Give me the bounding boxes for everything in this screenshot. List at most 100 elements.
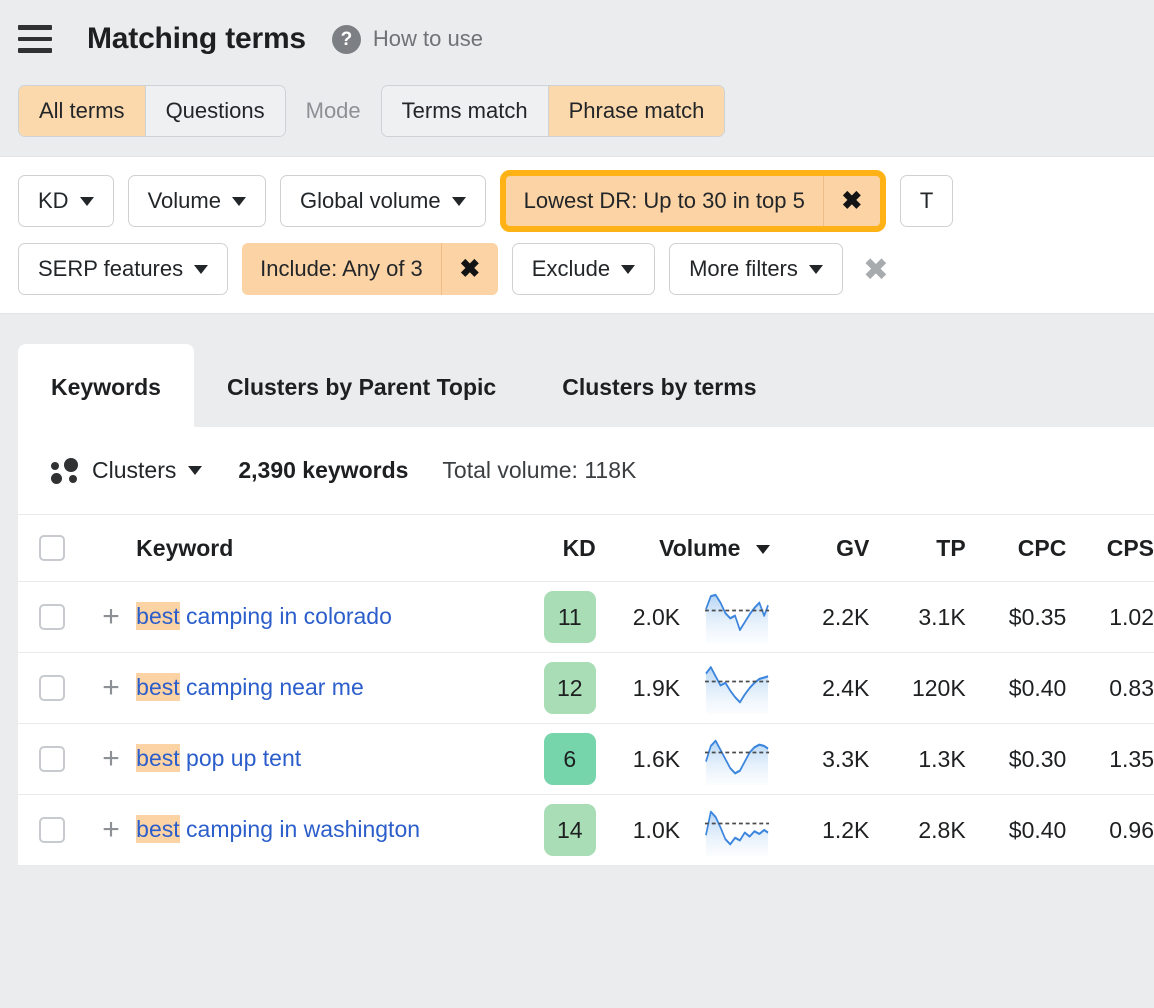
remove-include-filter-button[interactable]: ✖: [441, 243, 498, 295]
clusters-dropdown-label[interactable]: Clusters: [92, 457, 176, 484]
filter-lowest-dr-label[interactable]: Lowest DR: Up to 30 in top 5: [506, 176, 823, 226]
chevron-down-icon: [756, 545, 770, 554]
filter-global-volume[interactable]: Global volume: [280, 175, 486, 227]
keyword-cell: best pop up tent: [136, 724, 521, 795]
kd-badge: 6: [544, 733, 596, 785]
plus-icon[interactable]: +: [86, 673, 136, 703]
column-header-cps[interactable]: CPS: [1066, 515, 1154, 582]
how-to-use-label: How to use: [373, 26, 483, 52]
tab-terms-match[interactable]: Terms match: [382, 86, 549, 136]
keyword-rest: camping near me: [180, 674, 364, 700]
keyword-link[interactable]: best camping in washington: [136, 815, 420, 843]
checkbox-icon[interactable]: [39, 535, 65, 561]
plus-icon[interactable]: +: [86, 815, 136, 845]
sparkline-chart[interactable]: [704, 591, 770, 643]
keyword-link[interactable]: best camping near me: [136, 673, 364, 701]
keyword-cell: best camping in washington: [136, 795, 521, 866]
column-header-cpc[interactable]: CPC: [966, 515, 1067, 582]
filter-include-label[interactable]: Include: Any of 3: [242, 243, 441, 295]
close-icon: ✖: [459, 257, 480, 282]
remove-lowest-dr-filter-button[interactable]: ✖: [823, 176, 880, 226]
gv-cell: 1.2K: [782, 795, 870, 866]
filter-serp-features[interactable]: SERP features: [18, 243, 228, 295]
chevron-down-icon: [194, 265, 208, 274]
table-row[interactable]: + best camping in colorado 11 2.0K: [18, 582, 1154, 653]
sparkline-chart[interactable]: [704, 662, 770, 714]
row-select-cell: [18, 724, 86, 795]
chevron-down-icon: [452, 197, 466, 206]
hamburger-bar: [18, 37, 52, 42]
hamburger-bar: [18, 48, 52, 53]
checkbox-icon[interactable]: [39, 817, 65, 843]
filter-more-filters-label: More filters: [689, 256, 798, 282]
keyword-rest: camping in washington: [180, 816, 420, 842]
filter-panel: KD Volume Global volume Lowest DR: Up to…: [0, 156, 1154, 314]
tab-clusters-by-parent-topic[interactable]: Clusters by Parent Topic: [194, 344, 529, 427]
keyword-link[interactable]: best pop up tent: [136, 744, 301, 772]
table-body: + best camping in colorado 11 2.0K: [18, 582, 1154, 866]
checkbox-icon[interactable]: [39, 675, 65, 701]
column-header-volume-label: Volume: [659, 535, 740, 561]
column-header-keyword[interactable]: Keyword: [136, 515, 521, 582]
tab-all-terms[interactable]: All terms: [19, 86, 146, 136]
keyword-link[interactable]: best camping in colorado: [136, 602, 392, 630]
sparkline-chart[interactable]: [704, 804, 770, 856]
sparkline-cell: [692, 724, 782, 795]
volume-cell: 2.0K: [596, 582, 692, 653]
filter-traffic-potential-label: T: [920, 188, 933, 214]
volume-cell: 1.9K: [596, 653, 692, 724]
keyword-highlight: best: [136, 673, 179, 701]
keyword-rest: camping in colorado: [180, 603, 392, 629]
column-header-volume[interactable]: Volume: [596, 515, 782, 582]
tab-questions[interactable]: Questions: [146, 86, 285, 136]
clear-all-filters-icon[interactable]: ✖: [863, 254, 889, 285]
keyword-highlight: best: [136, 744, 179, 772]
chevron-down-icon[interactable]: [188, 466, 202, 475]
cpc-cell: $0.40: [966, 653, 1067, 724]
cpc-cell: $0.40: [966, 795, 1067, 866]
column-header-gv[interactable]: GV: [782, 515, 870, 582]
sparkline-cell: [692, 582, 782, 653]
cps-cell: 0.83: [1066, 653, 1154, 724]
filter-row-primary: KD Volume Global volume Lowest DR: Up to…: [18, 175, 1154, 227]
how-to-use-link[interactable]: ? How to use: [332, 25, 483, 54]
table-row[interactable]: + best pop up tent 6 1.6K: [18, 724, 1154, 795]
filter-traffic-potential-clipped[interactable]: T: [900, 175, 953, 227]
column-header-kd[interactable]: KD: [521, 515, 595, 582]
filter-kd-label: KD: [38, 188, 69, 214]
tab-phrase-match[interactable]: Phrase match: [549, 86, 725, 136]
row-add-cell: +: [86, 724, 136, 795]
filter-global-volume-label: Global volume: [300, 188, 441, 214]
column-header-tp[interactable]: TP: [869, 515, 965, 582]
sparkline-chart[interactable]: [704, 733, 770, 785]
keyword-cell: best camping near me: [136, 653, 521, 724]
row-add-cell: +: [86, 582, 136, 653]
sparkline-cell: [692, 795, 782, 866]
tp-cell: 1.3K: [869, 724, 965, 795]
table-row[interactable]: + best camping in washington 14 1.0K: [18, 795, 1154, 866]
filter-lowest-dr-highlight: Lowest DR: Up to 30 in top 5 ✖: [500, 170, 886, 232]
filter-exclude[interactable]: Exclude: [512, 243, 655, 295]
mode-label: Mode: [306, 98, 361, 124]
cps-cell: 1.02: [1066, 582, 1154, 653]
plus-icon[interactable]: +: [86, 602, 136, 632]
tab-clusters-by-terms[interactable]: Clusters by terms: [529, 344, 789, 427]
chevron-down-icon: [232, 197, 246, 206]
app-header: Matching terms ? How to use: [0, 0, 1154, 78]
tab-keywords[interactable]: Keywords: [18, 344, 194, 427]
plus-icon[interactable]: +: [86, 744, 136, 774]
kd-cell: 12: [521, 653, 595, 724]
filter-more-filters[interactable]: More filters: [669, 243, 843, 295]
close-icon: ✖: [841, 189, 862, 214]
filter-include-chip: Include: Any of 3 ✖: [242, 243, 498, 295]
keyword-rest: pop up tent: [180, 745, 302, 771]
select-all-cell: [18, 515, 86, 582]
checkbox-icon[interactable]: [39, 746, 65, 772]
filter-kd[interactable]: KD: [18, 175, 114, 227]
row-select-cell: [18, 653, 86, 724]
hamburger-icon[interactable]: [18, 24, 54, 54]
filter-volume[interactable]: Volume: [128, 175, 266, 227]
table-row[interactable]: + best camping near me 12 1.9K: [18, 653, 1154, 724]
keywords-panel: Clusters 2,390 keywords Total volume: 11…: [18, 427, 1154, 866]
checkbox-icon[interactable]: [39, 604, 65, 630]
